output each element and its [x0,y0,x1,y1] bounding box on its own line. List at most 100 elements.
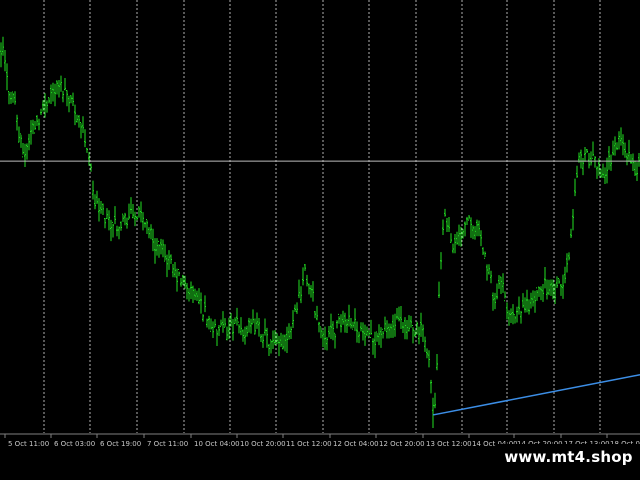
candle [118,226,120,240]
candle [322,330,324,348]
candle [216,329,218,346]
candle [48,97,50,104]
candle [442,219,444,235]
candle-series [0,36,640,417]
candle [572,208,574,231]
candle [574,178,576,197]
candle [50,84,52,105]
candle [208,315,210,330]
candle [158,240,160,258]
candle [434,392,436,409]
candle [136,215,138,221]
candle [524,297,526,313]
x-tick-label: 12 Oct 04:00 [333,440,379,448]
candle [288,323,290,340]
candle [198,288,200,305]
candle [584,146,586,162]
candle [520,310,522,324]
candle [102,203,104,216]
candle [500,276,502,294]
candle [278,335,280,357]
candle [470,217,472,238]
candle [132,204,134,219]
candle [138,206,140,218]
candle [610,154,612,171]
candle [40,108,42,115]
candle [400,305,402,329]
candle [490,270,492,284]
candle [26,143,28,160]
candle [226,326,228,341]
candle [408,315,410,332]
x-tick-label: 12 Oct 20:00 [379,440,425,448]
candle [506,302,508,320]
candle [264,318,266,336]
candle [502,273,504,293]
candle [560,283,562,296]
candle [154,238,156,264]
candle [86,147,88,153]
candle [104,218,106,229]
candle [372,338,374,355]
candle [222,311,224,333]
candle [246,325,248,337]
candle [164,244,166,262]
candle [418,326,420,345]
x-tick-label: 13 Oct 12:00 [426,440,472,448]
candle [484,251,486,259]
candle [122,213,124,222]
candle [280,332,282,347]
candle [516,306,518,323]
candle [156,238,158,256]
candle [346,318,348,334]
overlay-objects[interactable] [0,160,640,428]
candle [284,334,286,352]
x-tick-label: 7 Oct 11:00 [147,440,188,448]
candle [46,100,48,113]
candle [186,283,188,300]
candle [92,180,94,200]
candle [436,353,438,371]
candle [474,226,476,240]
candle [270,339,272,354]
candle [364,324,366,346]
candle [214,319,216,328]
candle [308,283,310,295]
candle [244,326,246,345]
candle [366,326,368,337]
candle [286,326,288,354]
candle [388,323,390,339]
candle [120,221,122,231]
candle [592,141,594,159]
candle [224,318,226,328]
candle [570,228,572,238]
price-chart[interactable]: 5 Oct 11:00 6 Oct 03:00 6 Oct 19:00 7 Oct 1… [0,0,640,480]
candle [596,166,598,179]
candle [348,304,350,327]
candle [74,104,76,126]
candle [464,221,466,237]
chart-canvas[interactable]: 5 Oct 11:00 6 Oct 03:00 6 Oct 19:00 7 Oct 1… [0,0,640,480]
candle [290,326,292,339]
grid-lines [43,0,601,433]
candle [282,334,284,350]
candle [396,307,398,320]
candle [100,201,102,214]
candle [476,219,478,237]
candle [160,238,162,255]
candle [410,315,412,328]
candle [178,269,180,277]
candle [540,286,542,301]
candle [478,220,480,237]
candle [622,134,624,156]
candle [528,299,530,315]
candle [128,203,130,220]
candle [522,293,524,308]
candle [188,288,190,302]
candle [380,327,382,348]
candle [170,254,172,264]
trendline[interactable] [432,373,640,416]
candle [190,281,192,300]
candle [38,118,40,131]
candle [304,264,306,271]
